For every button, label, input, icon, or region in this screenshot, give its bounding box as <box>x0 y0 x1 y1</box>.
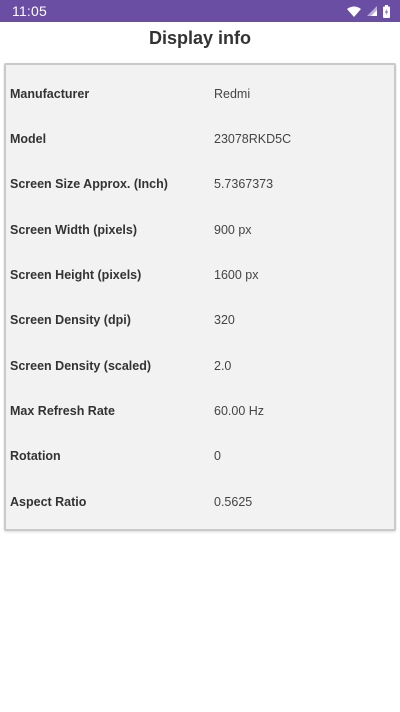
info-label: Screen Width (pixels) <box>10 222 137 237</box>
info-row-model: Model 23078RKD5C <box>6 116 394 161</box>
info-label: Screen Density (dpi) <box>10 312 131 327</box>
display-info-card: Manufacturer Redmi Model 23078RKD5C Scre… <box>4 63 396 531</box>
status-icons <box>347 4 390 18</box>
info-value: 0.5625 <box>214 494 253 509</box>
info-row-screen-density: Screen Density (dpi) 320 <box>6 297 394 342</box>
info-row-screen-height: Screen Height (pixels) 1600 px <box>6 252 394 297</box>
info-row-screen-density-scaled: Screen Density (scaled) 2.0 <box>6 343 394 388</box>
info-label: Rotation <box>10 448 61 463</box>
info-value: 320 <box>214 312 235 327</box>
info-value: 900 px <box>214 222 252 237</box>
info-label: Aspect Ratio <box>10 494 87 509</box>
info-value: 23078RKD5C <box>214 131 292 146</box>
info-label: Model <box>10 131 47 146</box>
info-value: 2.0 <box>214 358 232 373</box>
info-label: Screen Density (scaled) <box>10 358 152 373</box>
info-row-screen-size: Screen Size Approx. (Inch) 5.7367373 <box>6 161 394 206</box>
info-row-aspect-ratio: Aspect Ratio 0.5625 <box>6 479 394 524</box>
info-label: Screen Size Approx. (Inch) <box>10 176 168 191</box>
status-time: 11:05 <box>12 3 47 19</box>
info-row-manufacturer: Manufacturer Redmi <box>6 71 394 116</box>
battery-icon <box>383 4 390 18</box>
info-value: 0 <box>214 448 221 463</box>
info-row-screen-width: Screen Width (pixels) 900 px <box>6 207 394 252</box>
info-value: 60.00 Hz <box>214 403 265 418</box>
info-label: Manufacturer <box>10 86 90 101</box>
info-row-max-refresh-rate: Max Refresh Rate 60.00 Hz <box>6 388 394 433</box>
info-label: Max Refresh Rate <box>10 403 115 418</box>
status-bar: 11:05 <box>0 0 400 22</box>
wifi-icon <box>347 6 361 17</box>
info-value: 5.7367373 <box>214 176 274 191</box>
info-value: 1600 px <box>214 267 259 282</box>
signal-icon <box>367 6 377 16</box>
page-title: Display info <box>148 28 251 48</box>
info-row-rotation: Rotation 0 <box>6 433 394 478</box>
info-label: Screen Height (pixels) <box>10 267 142 282</box>
info-value: Redmi <box>214 86 251 101</box>
